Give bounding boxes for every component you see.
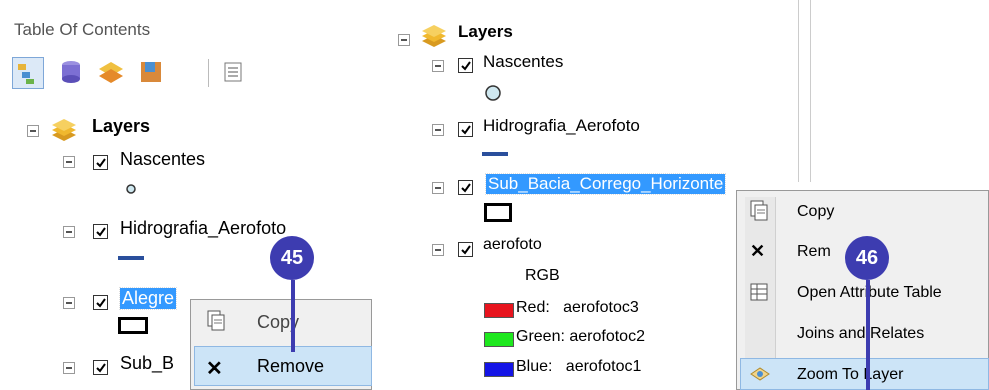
layer-label-nascentes[interactable]: Nascentes: [483, 52, 563, 72]
context-menu: Copy ✕ Remove: [190, 299, 372, 390]
collapse-toggle[interactable]: [432, 60, 444, 72]
remove-x-icon: ✕: [750, 241, 766, 261]
callout-badge: 45: [270, 236, 314, 280]
green-band-label: Green: aerofotoc2: [516, 328, 645, 345]
collapse-toggle[interactable]: [432, 124, 444, 136]
zoom-to-layer-icon: [749, 364, 771, 389]
layer-label-hidrografia[interactable]: Hidrografia_Aerofoto: [120, 218, 286, 239]
options-icon[interactable]: [218, 57, 248, 87]
layer-label-aerofoto[interactable]: aerofoto: [483, 236, 542, 254]
layer-label-hidrografia[interactable]: Hidrografia_Aerofoto: [483, 116, 640, 136]
menu-item-copy[interactable]: Copy: [797, 203, 834, 221]
menu-item-remove[interactable]: Remove: [257, 356, 324, 377]
list-by-source-icon[interactable]: [56, 57, 86, 87]
blue-band-swatch: [484, 362, 514, 377]
layer-visibility-checkbox[interactable]: [93, 295, 108, 310]
layer-visibility-checkbox[interactable]: [93, 360, 108, 375]
point-symbol-icon: [484, 84, 502, 107]
layer-label-sub-b[interactable]: Sub_B: [120, 353, 174, 374]
attribute-table-icon: [750, 283, 768, 306]
collapse-toggle[interactable]: [398, 34, 410, 46]
point-symbol-icon: [125, 182, 137, 200]
layers-root-label: Layers: [92, 116, 151, 136]
table-of-contents-panel-right: Layers Nascentes Hidrografia_Aerofoto Su…: [380, 0, 989, 390]
polygon-symbol: [118, 317, 148, 334]
line-symbol: [482, 152, 508, 156]
collapse-toggle[interactable]: [27, 125, 39, 137]
collapse-toggle[interactable]: [63, 297, 75, 309]
layers-stack-icon: [48, 117, 80, 148]
collapse-toggle[interactable]: [432, 244, 444, 256]
collapse-toggle[interactable]: [63, 226, 75, 238]
layer-label-sub-bacia-selected[interactable]: Sub_Bacia_Corrego_Horizonte: [484, 173, 727, 195]
context-menu: Copy ✕ Rem Open Attribute Table Joins an…: [736, 190, 989, 390]
blue-band-label: Blue: aerofotoc1: [516, 358, 642, 375]
menu-item-zoom-to-layer[interactable]: Zoom To Layer: [797, 366, 903, 384]
list-by-visibility-icon[interactable]: [96, 57, 126, 87]
toolbar-separator: [208, 59, 209, 87]
layer-visibility-checkbox[interactable]: [458, 58, 473, 73]
list-by-drawing-order-icon[interactable]: [12, 57, 44, 89]
layer-label-alegre-selected[interactable]: Alegre: [118, 287, 178, 310]
layer-visibility-checkbox[interactable]: [458, 180, 473, 195]
callout-badge: 46: [845, 236, 889, 280]
panel-gap: [373, 0, 379, 390]
list-by-selection-icon[interactable]: [136, 57, 166, 87]
divider-line: [798, 0, 799, 182]
collapse-toggle[interactable]: [432, 182, 444, 194]
collapse-toggle[interactable]: [63, 156, 75, 168]
menu-item-remove[interactable]: Rem: [797, 243, 831, 261]
layers-root-label: Layers: [458, 22, 513, 41]
red-band-label: Red: aerofotoc3: [516, 299, 639, 316]
line-symbol: [118, 256, 144, 260]
layer-label-nascentes[interactable]: Nascentes: [120, 149, 205, 170]
green-band-swatch: [484, 332, 514, 347]
remove-x-icon: ✕: [206, 358, 223, 380]
layer-visibility-checkbox[interactable]: [93, 155, 108, 170]
layers-stack-icon: [418, 23, 450, 54]
toc-toolbar: [12, 55, 352, 91]
polygon-symbol: [484, 203, 512, 222]
copy-icon: [206, 310, 226, 337]
panel-title: Table Of Contents: [14, 20, 151, 39]
layer-visibility-checkbox[interactable]: [458, 242, 473, 257]
table-of-contents-panel: Table Of Contents Layers Nascentes Hidro…: [0, 0, 372, 390]
callout-pointer-line: [291, 280, 295, 352]
menu-item-joins-and-relates[interactable]: Joins and Relates: [797, 325, 924, 343]
callout-pointer-line: [866, 280, 870, 390]
rgb-label: RGB: [525, 267, 560, 284]
divider-line: [810, 0, 811, 182]
collapse-toggle[interactable]: [63, 362, 75, 374]
red-band-swatch: [484, 303, 514, 318]
layer-visibility-checkbox[interactable]: [458, 122, 473, 137]
copy-icon: [749, 200, 769, 227]
layer-visibility-checkbox[interactable]: [93, 224, 108, 239]
